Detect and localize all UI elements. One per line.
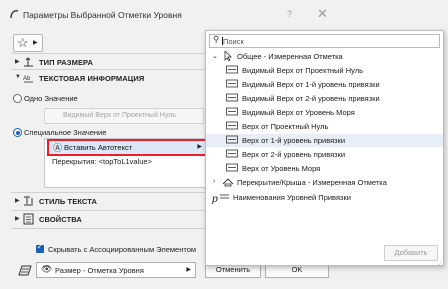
tree-item-label: Верх от 1-й уровень привязки [242, 136, 346, 145]
tree-item[interactable]: Видимый Верх от Проектный Нуль [206, 64, 443, 77]
tree-item[interactable]: Верх от Уровень Моря [206, 162, 443, 175]
dialog-title: Параметры Выбранной Отметки Уровня [23, 10, 182, 20]
insert-autotext-button[interactable]: Ⓐ Вставить Автотекст ▶ [47, 139, 208, 156]
tree-item-label: Верх от Проектный Нуль [242, 122, 329, 131]
autotext-icon: Ⓐ [53, 143, 63, 153]
tree-item-label: Видимый Верх от Уровень Моря [242, 108, 355, 117]
svg-text:p: p [212, 191, 218, 204]
tree-item-label: Видимый Верх от 2-й уровень привязки [242, 94, 380, 103]
star-icon: ☆ [17, 35, 29, 50]
add-button[interactable]: Добавить [384, 245, 438, 261]
tree-group-general[interactable]: ⌄ Общее - Измеренная Отметка [206, 50, 443, 63]
tree-item-label: Верх от Уровень Моря [242, 164, 321, 173]
eye-icon: 👁 [41, 264, 53, 274]
tree-item-label: Видимый Верх от Проектный Нуль [242, 66, 363, 75]
single-value-field: Видимый Верх от Проектный Нуль [44, 108, 204, 124]
section-label: ТЕКСТОВАЯ ИНФОРМАЦИЯ [39, 74, 145, 83]
tree-item-label: Верх от 2-й уровень привязки [242, 150, 346, 159]
title-bar: Параметры Выбранной Отметки Уровня ? ✕ [0, 0, 448, 30]
collapse-arrow-icon: ▼ [15, 74, 21, 80]
level-field-icon [226, 135, 238, 144]
reference-level-icon: p [212, 191, 229, 204]
divider [11, 210, 207, 211]
section-text-style[interactable]: ▶ СТИЛЬ ТЕКСТА [13, 194, 205, 210]
close-button[interactable]: ✕ [317, 6, 328, 22]
section-label: СВОЙСТВА [39, 215, 82, 224]
resize-grip-icon[interactable]: ⋰ [438, 259, 444, 266]
single-value-radio[interactable] [13, 94, 22, 103]
properties-icon [23, 213, 34, 225]
chevron-right-icon: ▶ [197, 144, 202, 150]
section-text-info[interactable]: ▼ Ab ТЕКСТОВАЯ ИНФОРМАЦИЯ [13, 71, 205, 87]
expand-arrow-icon: ▶ [15, 198, 20, 204]
level-field-icon [226, 65, 238, 74]
search-input[interactable]: ⚲ Поиск [209, 34, 440, 48]
insert-autotext-label: Вставить Автотекст [64, 143, 133, 152]
favorites-settings-icon[interactable] [18, 264, 32, 276]
tree-item[interactable]: Видимый Верх от 2-й уровень привязки [206, 92, 443, 105]
slab-roof-icon [222, 178, 234, 187]
chevron-right-icon: ▶ [33, 40, 38, 46]
hide-with-associated-checkbox[interactable] [36, 242, 44, 253]
special-value-label: Специальное Значение [24, 128, 107, 137]
tree-item[interactable]: Видимый Верх от Уровень Моря [206, 106, 443, 119]
divider [11, 192, 207, 193]
expand-arrow-icon: ▶ [15, 216, 20, 222]
preset-selector[interactable]: 👁 Размер - Отметка Уровня ▶ [36, 262, 196, 278]
level-field-icon [226, 121, 238, 130]
level-field-icon [226, 107, 238, 116]
single-value-text: Видимый Верх от Проектный Нуль [63, 112, 176, 119]
app-logo-icon [10, 10, 19, 19]
tree-item-reference-levels[interactable]: p Наименования Уровней Привязки [206, 191, 443, 204]
special-value-radio[interactable] [13, 128, 22, 137]
section-properties[interactable]: ▶ СВОЙСТВА [13, 212, 205, 228]
hide-with-associated-label: Скрывать с Ассоциированным Элементом [48, 245, 197, 254]
tree-item[interactable]: Верх от 2-й уровень привязки [206, 148, 443, 161]
text-info-icon: Ab [23, 76, 33, 83]
level-field-icon [226, 93, 238, 102]
favorites-button[interactable]: ☆ ▶ [13, 34, 43, 52]
tree-item[interactable]: Верх от Проектный Нуль [206, 120, 443, 133]
search-icon: ⚲ [213, 34, 220, 44]
divider [11, 69, 207, 70]
dimension-type-icon [24, 57, 33, 67]
section-label: ТИП РАЗМЕРА [39, 58, 94, 67]
textarea-content: Перекрытия: <topToL1value> [52, 157, 152, 166]
level-field-icon [226, 149, 238, 158]
tree-item-label: Перекрытие/Крыша - Измеренная Отметка [237, 178, 387, 187]
tree-group-slab-roof[interactable]: › Перекрытие/Крыша - Измеренная Отметка [206, 176, 443, 189]
tree-item[interactable]: Видимый Верх от 1-й уровень привязки [206, 78, 443, 91]
tree-item-label: Видимый Верх от 1-й уровень привязки [242, 80, 380, 89]
svg-text:Ab: Ab [23, 76, 31, 82]
text-style-icon [24, 196, 33, 206]
single-value-label: Одно Значение [24, 94, 78, 103]
chevron-down-icon: ⌄ [212, 53, 218, 60]
help-button[interactable]: ? [287, 9, 292, 19]
level-field-icon [226, 163, 238, 172]
section-label: СТИЛЬ ТЕКСТА [39, 197, 97, 206]
search-placeholder: Поиск [223, 37, 244, 46]
expand-arrow-icon: ▶ [15, 59, 20, 65]
chevron-right-icon: ▶ [186, 267, 191, 273]
divider [11, 228, 207, 229]
tree-item-label: Общее - Измеренная Отметка [237, 52, 343, 61]
chevron-right-icon: › [213, 178, 216, 185]
level-field-icon [226, 79, 238, 88]
tree-item-selected[interactable]: Верх от 1-й уровень привязки [206, 134, 443, 147]
autotext-popup: ⚲ Поиск ⌄ Общее - Измеренная Отметка Вид… [205, 30, 444, 266]
cursor-icon [224, 51, 232, 61]
divider [11, 53, 207, 54]
tree-item-label: Наименования Уровней Привязки [233, 193, 351, 202]
preset-label: Размер - Отметка Уровня [55, 266, 144, 275]
